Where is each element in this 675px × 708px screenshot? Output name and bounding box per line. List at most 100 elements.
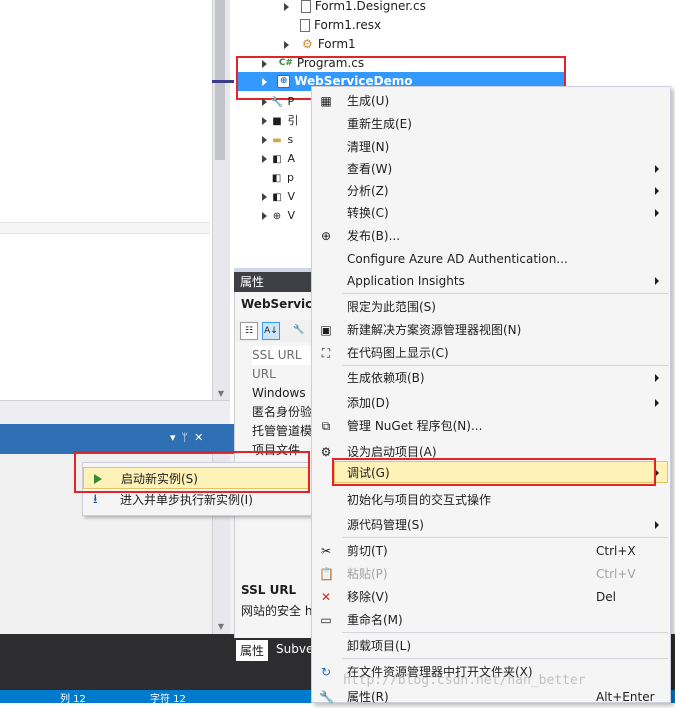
project-child-item[interactable]: ◧ p <box>270 168 294 187</box>
alphabetical-sort-icon[interactable]: A↓ <box>262 322 280 340</box>
project-child-item[interactable]: ■ 引 <box>262 111 299 130</box>
globe-icon: ⊕ <box>320 229 332 243</box>
splitter-marker <box>212 80 234 83</box>
menu-item-label: 生成依赖项(B) <box>347 371 425 385</box>
web-folder-icon: ◧ <box>272 153 282 165</box>
menu-item-scope-to-this[interactable]: 限定为此范围(S) <box>313 296 669 318</box>
editor-horizontal-scrollbar[interactable] <box>0 222 210 234</box>
expand-arrow-icon[interactable] <box>284 40 289 49</box>
properties-object-name[interactable]: WebService <box>241 297 320 311</box>
tree-item-label: A <box>287 152 296 165</box>
menu-item-add[interactable]: 添加(D) <box>313 392 669 414</box>
menu-item-label: 发布(B)... <box>347 229 401 243</box>
tree-item-form1-resx[interactable]: Form1.resx <box>300 16 381 35</box>
menu-item-label: 分析(Z) <box>347 184 389 198</box>
menu-item-rename[interactable]: ▭ 重命名(M) <box>313 609 669 631</box>
menu-item-build[interactable]: ▦ 生成(U) <box>313 90 669 112</box>
tree-item-form1[interactable]: ⚙ Form1 <box>284 35 356 54</box>
menu-shortcut: Ctrl+V <box>596 567 636 581</box>
menu-item-label: 卸载项目(L) <box>347 639 412 653</box>
submenu-arrow-icon <box>655 399 659 407</box>
menu-separator <box>342 658 668 659</box>
menu-item-label: 管理 NuGet 程序包(N)... <box>347 419 483 433</box>
menu-item-label: Configure Azure AD Authentication... <box>347 252 568 266</box>
expand-arrow-icon[interactable] <box>262 193 267 201</box>
menu-item-analyze[interactable]: 分析(Z) <box>313 180 669 202</box>
expand-arrow-icon[interactable] <box>262 155 267 163</box>
project-child-item[interactable]: ▬ s <box>262 130 293 149</box>
pin-icon[interactable]: ᛘ <box>182 431 195 444</box>
menu-item-remove[interactable]: ✕ 移除(V) Del <box>313 586 669 608</box>
panel-window-controls[interactable]: ▾ᛘ✕ <box>170 431 209 444</box>
tree-item-label: p <box>287 171 294 184</box>
menu-item-label: 转换(C) <box>347 206 389 220</box>
expand-arrow-icon[interactable] <box>262 98 267 106</box>
property-row[interactable]: URL <box>252 365 276 384</box>
tree-item-form1-designer[interactable]: Form1.Designer.cs <box>284 0 426 16</box>
menu-item-manage-nuget[interactable]: ⧉ 管理 NuGet 程序包(N)... <box>313 415 669 437</box>
property-row[interactable]: Windows <box>252 384 306 403</box>
menu-item-publish[interactable]: ⊕ 发布(B)... <box>313 225 669 247</box>
expand-arrow-icon[interactable] <box>262 212 267 220</box>
menu-item-rebuild[interactable]: 重新生成(E) <box>313 113 669 135</box>
tree-item-label: Form1.resx <box>314 18 382 32</box>
dropdown-icon[interactable]: ▾ <box>170 431 182 444</box>
web-folder-icon: ◧ <box>271 172 282 184</box>
menu-item-label: 在代码图上显示(C) <box>347 346 449 360</box>
project-child-item[interactable]: ◧ V <box>262 187 295 206</box>
submenu-arrow-icon <box>655 187 659 195</box>
close-icon[interactable]: ✕ <box>194 431 209 444</box>
menu-item-convert[interactable]: 转换(C) <box>313 202 669 224</box>
tab-properties[interactable]: 属性 <box>236 640 269 661</box>
property-row[interactable]: 匿名身份验 <box>252 403 312 422</box>
categorized-icon[interactable]: ☷ <box>240 322 258 340</box>
wrench-icon: 🔧 <box>270 96 284 108</box>
scroll-down-arrow-icon[interactable]: ▼ <box>212 622 230 634</box>
rename-icon: ▭ <box>320 613 332 627</box>
property-pages-icon[interactable]: 🔧 <box>290 322 308 340</box>
menu-item-show-on-code-map[interactable]: ⛶ 在代码图上显示(C) <box>313 342 669 364</box>
menu-item-application-insights[interactable]: Application Insights <box>313 270 669 292</box>
tree-item-label: P <box>287 95 295 108</box>
menu-item-paste[interactable]: 📋 粘贴(P) Ctrl+V <box>313 563 669 585</box>
code-editor[interactable] <box>0 0 212 400</box>
menu-item-label: 新建解决方案资源管理器视图(N) <box>347 323 522 337</box>
menu-item-build-dependencies[interactable]: 生成依赖项(B) <box>313 367 669 389</box>
refresh-folder-icon: ↻ <box>320 665 332 679</box>
paste-icon: 📋 <box>319 567 334 581</box>
property-row[interactable]: 托管管道模 <box>252 422 312 441</box>
menu-item-label: Application Insights <box>347 274 465 288</box>
submenu-arrow-icon <box>655 165 659 173</box>
new-view-icon: ▣ <box>320 323 332 337</box>
cs-file-icon <box>300 0 311 13</box>
menu-item-configure-azure-ad[interactable]: Configure Azure AD Authentication... <box>313 248 669 270</box>
menu-item-label: 粘贴(P) <box>347 567 388 581</box>
menu-item-label: 剪切(T) <box>347 544 388 558</box>
gear-icon: ⚙ <box>320 445 332 459</box>
scroll-down-arrow-icon[interactable]: ▼ <box>212 388 230 400</box>
menu-item-clean[interactable]: 清理(N) <box>313 136 669 158</box>
tab-subversion[interactable]: Subve <box>274 640 315 658</box>
editor-bottom-strip <box>0 400 230 424</box>
expand-arrow-icon[interactable] <box>262 117 267 125</box>
nuget-icon: ⧉ <box>321 419 331 433</box>
references-icon: ■ <box>272 115 282 127</box>
project-child-item[interactable]: 🔧 P <box>262 92 294 111</box>
menu-item-cut[interactable]: ✂ 剪切(T) Ctrl+X <box>313 540 669 562</box>
expand-arrow-icon[interactable] <box>262 136 267 144</box>
menu-item-label: 移除(V) <box>347 590 389 604</box>
menu-item-label: 生成(U) <box>347 94 390 108</box>
expand-arrow-icon[interactable] <box>284 2 289 11</box>
property-row[interactable]: SSL URL <box>252 346 314 365</box>
menu-item-source-control[interactable]: 源代码管理(S) <box>313 514 669 536</box>
menu-item-new-explorer-view[interactable]: ▣ 新建解决方案资源管理器视图(N) <box>313 319 669 341</box>
project-child-item[interactable]: ◧ A <box>262 149 295 168</box>
menu-item-properties[interactable]: 🔧 属性(R) Alt+Enter <box>313 686 669 708</box>
menu-item-unload-project[interactable]: 卸载项目(L) <box>313 635 669 657</box>
menu-item-interactive-init[interactable]: 初始化与项目的交互式操作 <box>313 489 669 511</box>
code-map-icon: ⛶ <box>321 346 331 360</box>
remove-icon: ✕ <box>320 590 332 604</box>
menu-separator <box>342 365 668 366</box>
menu-item-view[interactable]: 查看(W) <box>313 158 669 180</box>
project-child-item[interactable]: ⊕ V <box>262 206 295 225</box>
